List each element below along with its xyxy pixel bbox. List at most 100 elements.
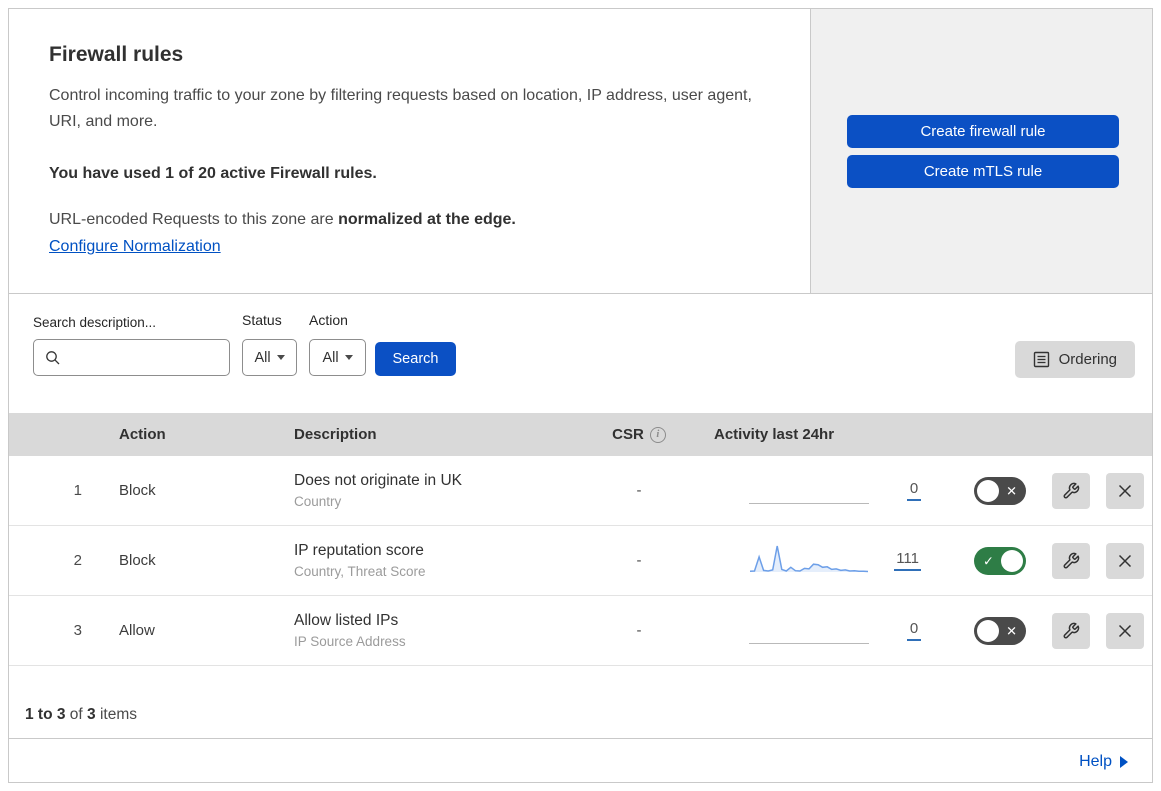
actions-panel: Create firewall rule Create mTLS rule — [810, 9, 1152, 293]
rule-csr: - — [636, 482, 642, 499]
search-label: Search description... — [33, 315, 157, 330]
rule-csr: - — [636, 552, 642, 569]
normalization-note-text: URL-encoded Requests to this zone are — [49, 211, 339, 228]
toggle-knob — [977, 479, 999, 502]
rule-priority: 1 — [73, 482, 82, 499]
col-description: Description — [294, 426, 377, 443]
usage-summary: You have used 1 of 20 active Firewall ru… — [49, 165, 377, 182]
normalization-note-bold: normalized at the edge. — [338, 211, 516, 228]
items-range: 1 to 3 — [25, 706, 66, 723]
help-link-label: Help — [1079, 752, 1112, 770]
status-label: Status — [242, 312, 282, 328]
toggle-knob — [1001, 549, 1023, 572]
table-header: Action Description CSR i Activity last 2… — [9, 413, 1152, 456]
caret-right-icon — [1120, 755, 1128, 768]
firewall-rules-card: Firewall rules Control incoming traffic … — [8, 8, 1153, 783]
action-dropdown[interactable]: All — [309, 339, 366, 376]
activity-count-link[interactable]: 0 — [907, 620, 921, 641]
rule-action: Allow — [119, 622, 155, 639]
rule-controls: ✓ ✕ — [934, 612, 1152, 649]
wrench-icon — [1063, 622, 1080, 638]
rule-enabled-toggle[interactable]: ✓ ✕ — [974, 476, 1026, 505]
table-row: 3 Allow Allow listed IPs IP Source Addre… — [9, 596, 1152, 666]
normalization-note: URL-encoded Requests to this zone are no… — [49, 211, 770, 229]
ordering-button[interactable]: Ordering — [1014, 341, 1135, 378]
rule-enabled-toggle[interactable]: ✓ ✕ — [974, 546, 1026, 575]
rule-action: Block — [119, 552, 156, 569]
items-total: 3 — [87, 706, 96, 723]
close-icon — [1118, 484, 1132, 497]
rule-controls: ✓ ✕ — [934, 472, 1152, 509]
items-text: items — [95, 706, 137, 723]
page-header: Firewall rules Control incoming traffic … — [9, 9, 1152, 294]
close-icon — [1118, 554, 1132, 567]
filter-bar: Search description... Status Action All … — [9, 294, 1152, 413]
search-input-wrapper — [33, 339, 230, 376]
rule-criteria: Country — [294, 494, 342, 509]
page-description: Control incoming traffic to your zone by… — [49, 87, 752, 130]
edit-rule-button[interactable] — [1052, 472, 1090, 509]
toggle-knob — [977, 619, 999, 642]
rule-criteria: Country, Threat Score — [294, 564, 426, 579]
info-icon[interactable]: i — [649, 426, 666, 443]
wrench-icon — [1063, 482, 1080, 498]
page-title: Firewall rules — [49, 43, 184, 66]
activity-sparkline — [749, 472, 869, 510]
activity-count-link[interactable]: 0 — [907, 480, 921, 501]
rule-action: Block — [119, 482, 156, 499]
help-link[interactable]: Help — [1079, 753, 1128, 771]
help-footer: Help — [9, 739, 1152, 784]
edit-rule-button[interactable] — [1052, 542, 1090, 579]
chevron-down-icon — [276, 355, 285, 360]
check-icon: ✓ — [983, 553, 994, 568]
x-icon: ✕ — [1006, 483, 1017, 498]
action-dropdown-value: All — [322, 349, 339, 366]
rule-description: Does not originate in UK — [294, 472, 463, 489]
col-activity: Activity last 24hr — [714, 426, 835, 443]
rule-activity-cell: 0 — [694, 612, 934, 650]
delete-rule-button[interactable] — [1106, 472, 1144, 509]
col-csr-label: CSR — [612, 426, 644, 443]
x-icon: ✕ — [1006, 623, 1017, 638]
close-icon — [1118, 624, 1132, 637]
activity-count-link[interactable]: 111 — [894, 550, 921, 571]
table-row: 1 Block Does not originate in UK Country… — [9, 456, 1152, 526]
page-header-text: Firewall rules Control incoming traffic … — [9, 9, 810, 293]
ordering-list-icon — [1033, 351, 1049, 368]
edit-rule-button[interactable] — [1052, 612, 1090, 649]
rule-description-cell: Allow listed IPs IP Source Address — [294, 612, 584, 649]
activity-sparkline — [749, 612, 869, 650]
delete-rule-button[interactable] — [1106, 612, 1144, 649]
wrench-icon — [1063, 552, 1080, 568]
search-icon — [46, 350, 60, 364]
chevron-down-icon — [344, 355, 353, 360]
rule-priority: 2 — [73, 552, 82, 569]
create-mtls-rule-button[interactable]: Create mTLS rule — [847, 154, 1119, 188]
rule-priority: 3 — [73, 622, 82, 639]
rule-csr: - — [636, 622, 642, 639]
rule-description-cell: Does not originate in UK Country — [294, 472, 584, 509]
rule-description-cell: IP reputation score Country, Threat Scor… — [294, 542, 584, 579]
delete-rule-button[interactable] — [1106, 542, 1144, 579]
rule-description: Allow listed IPs — [294, 612, 399, 629]
configure-normalization-link[interactable]: Configure Normalization — [49, 238, 221, 256]
create-firewall-rule-button[interactable]: Create firewall rule — [847, 114, 1119, 148]
of-text: of — [65, 706, 88, 723]
status-dropdown[interactable]: All — [242, 339, 297, 376]
rule-description: IP reputation score — [294, 542, 424, 559]
rule-criteria: IP Source Address — [294, 634, 406, 649]
search-button[interactable]: Search — [375, 342, 456, 376]
status-dropdown-value: All — [254, 349, 271, 366]
col-action: Action — [119, 426, 166, 443]
search-input[interactable] — [69, 349, 229, 366]
rule-enabled-toggle[interactable]: ✓ ✕ — [974, 616, 1026, 645]
pagination-summary: 1 to 3 of 3 items — [9, 666, 1152, 739]
rule-activity-cell: 0 — [694, 472, 934, 510]
table-row: 2 Block IP reputation score Country, Thr… — [9, 526, 1152, 596]
action-label: Action — [309, 312, 348, 328]
col-csr: CSR i — [584, 426, 694, 443]
rule-activity-cell: 111 — [694, 542, 934, 580]
activity-sparkline — [749, 542, 869, 580]
ordering-button-label: Ordering — [1058, 351, 1117, 368]
rule-controls: ✓ ✕ — [934, 542, 1152, 579]
